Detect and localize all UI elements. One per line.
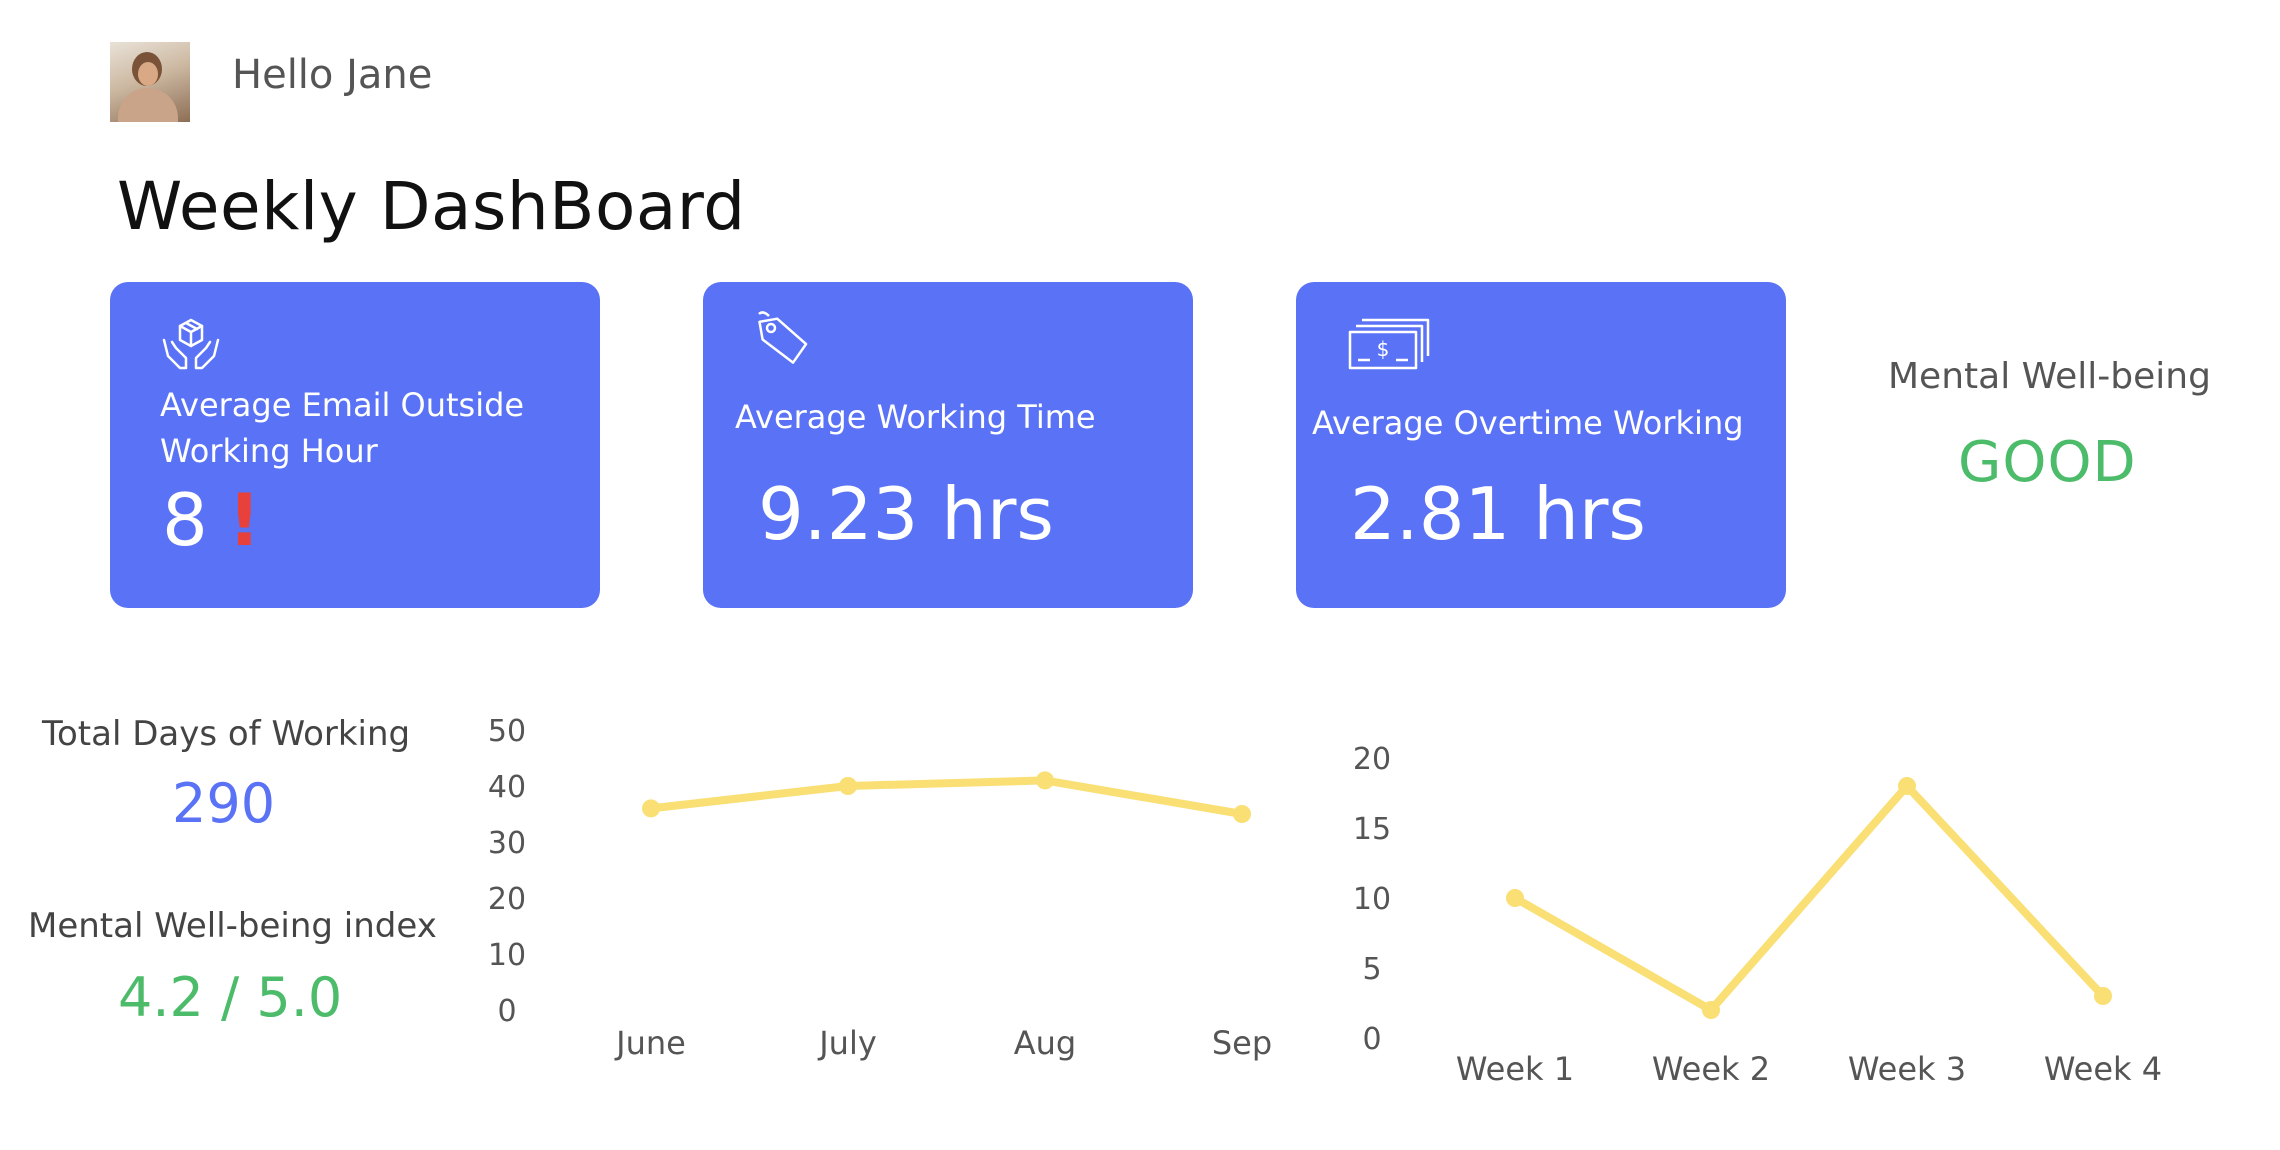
weekly-line-chart: 0 5 10 15 20 Week 1 Week 2 Week 3 Week 4 bbox=[1353, 742, 2162, 1088]
series-line bbox=[1511, 782, 2107, 1014]
y-tick-label: 10 bbox=[1353, 882, 1391, 917]
y-tick-label: 0 bbox=[1362, 1022, 1381, 1057]
data-point bbox=[1898, 777, 1916, 795]
y-tick-label: 20 bbox=[1353, 742, 1391, 777]
y-tick-label: 5 bbox=[1362, 952, 1381, 987]
x-tick-label: Week 2 bbox=[1652, 1050, 1770, 1088]
x-tick-label: Week 1 bbox=[1456, 1050, 1574, 1088]
data-point bbox=[1702, 1001, 1720, 1019]
x-tick-label: Week 4 bbox=[2044, 1050, 2162, 1088]
data-point bbox=[1506, 889, 1524, 907]
y-tick-label: 15 bbox=[1353, 812, 1391, 847]
data-point bbox=[2094, 987, 2112, 1005]
x-tick-label: Week 3 bbox=[1848, 1050, 1966, 1088]
